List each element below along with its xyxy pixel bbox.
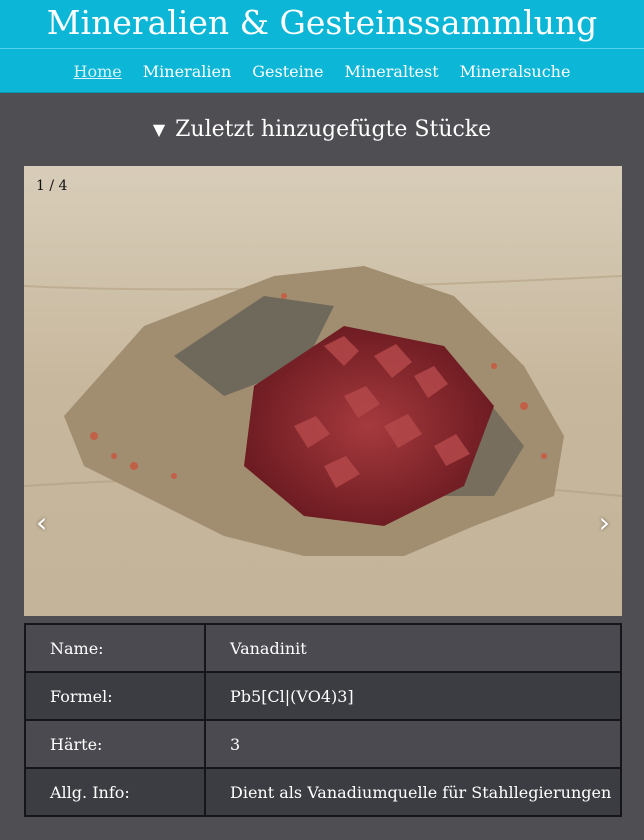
mineral-photo bbox=[24, 166, 622, 616]
next-slide-button[interactable]: › bbox=[599, 506, 610, 539]
section-toggle[interactable]: ▼ Zuletzt hinzugefügte Stücke bbox=[0, 93, 644, 165]
nav-mineralsuche[interactable]: Mineralsuche bbox=[460, 62, 571, 81]
main-nav: Home Mineralien Gesteine Mineraltest Min… bbox=[0, 49, 644, 93]
image-slider: 1 / 4 ‹ › bbox=[24, 166, 622, 616]
mineral-details-table: Name: Vanadinit Formel: Pb5[Cl|(VO4)3] H… bbox=[24, 623, 622, 817]
triangle-down-icon: ▼ bbox=[152, 119, 166, 139]
table-row: Härte: 3 bbox=[24, 719, 622, 769]
previous-slide-button[interactable]: ‹ bbox=[36, 506, 47, 539]
nav-gesteine[interactable]: Gesteine bbox=[252, 62, 323, 81]
table-row: Name: Vanadinit bbox=[24, 623, 622, 673]
detail-label: Formel: bbox=[24, 671, 206, 721]
nav-mineralien[interactable]: Mineralien bbox=[143, 62, 231, 81]
site-header: Mineralien & Gesteinssammlung Home Miner… bbox=[0, 0, 644, 93]
detail-label: Name: bbox=[24, 623, 206, 673]
detail-label: Allg. Info: bbox=[24, 767, 206, 817]
detail-label: Härte: bbox=[24, 719, 206, 769]
detail-value: 3 bbox=[204, 719, 622, 769]
section-heading: Zuletzt hinzugefügte Stücke bbox=[175, 116, 492, 142]
table-row: Allg. Info: Dient als Vanadiumquelle für… bbox=[24, 767, 622, 817]
nav-home[interactable]: Home bbox=[74, 62, 122, 81]
detail-value: Pb5[Cl|(VO4)3] bbox=[204, 671, 622, 721]
table-row: Formel: Pb5[Cl|(VO4)3] bbox=[24, 671, 622, 721]
site-title: Mineralien & Gesteinssammlung bbox=[0, 0, 644, 49]
detail-value: Vanadinit bbox=[204, 623, 622, 673]
slide-counter: 1 / 4 bbox=[36, 178, 68, 194]
detail-value: Dient als Vanadiumquelle für Stahllegier… bbox=[204, 767, 622, 817]
nav-mineraltest[interactable]: Mineraltest bbox=[345, 62, 439, 81]
